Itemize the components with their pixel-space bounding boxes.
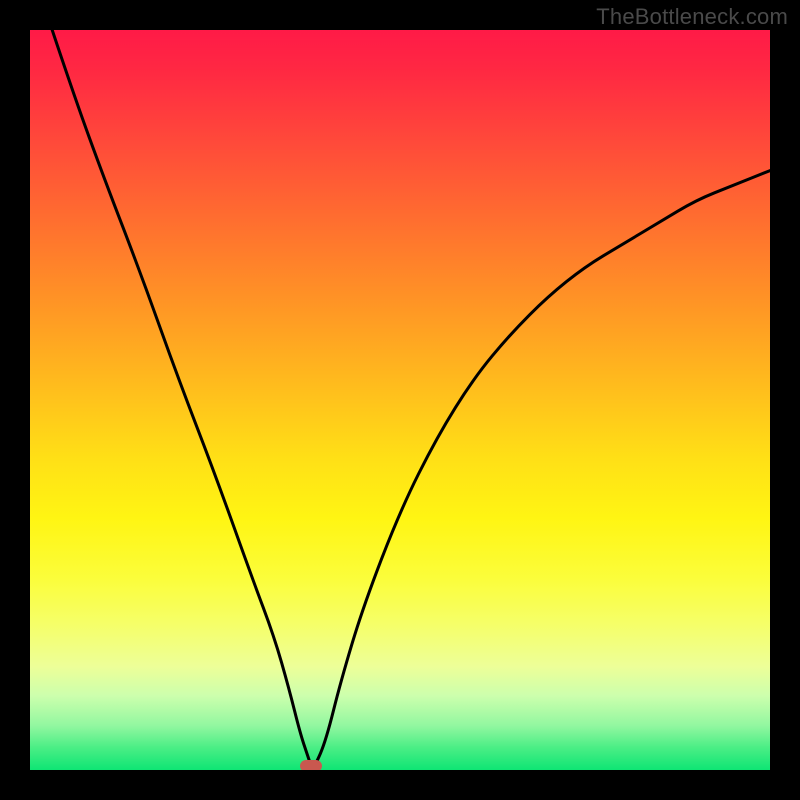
plot-area — [30, 30, 770, 770]
watermark-text: TheBottleneck.com — [596, 4, 788, 30]
bottleneck-curve-line — [52, 30, 770, 766]
optimal-point-marker — [300, 760, 322, 770]
curve-svg — [30, 30, 770, 770]
chart-frame: TheBottleneck.com — [0, 0, 800, 800]
